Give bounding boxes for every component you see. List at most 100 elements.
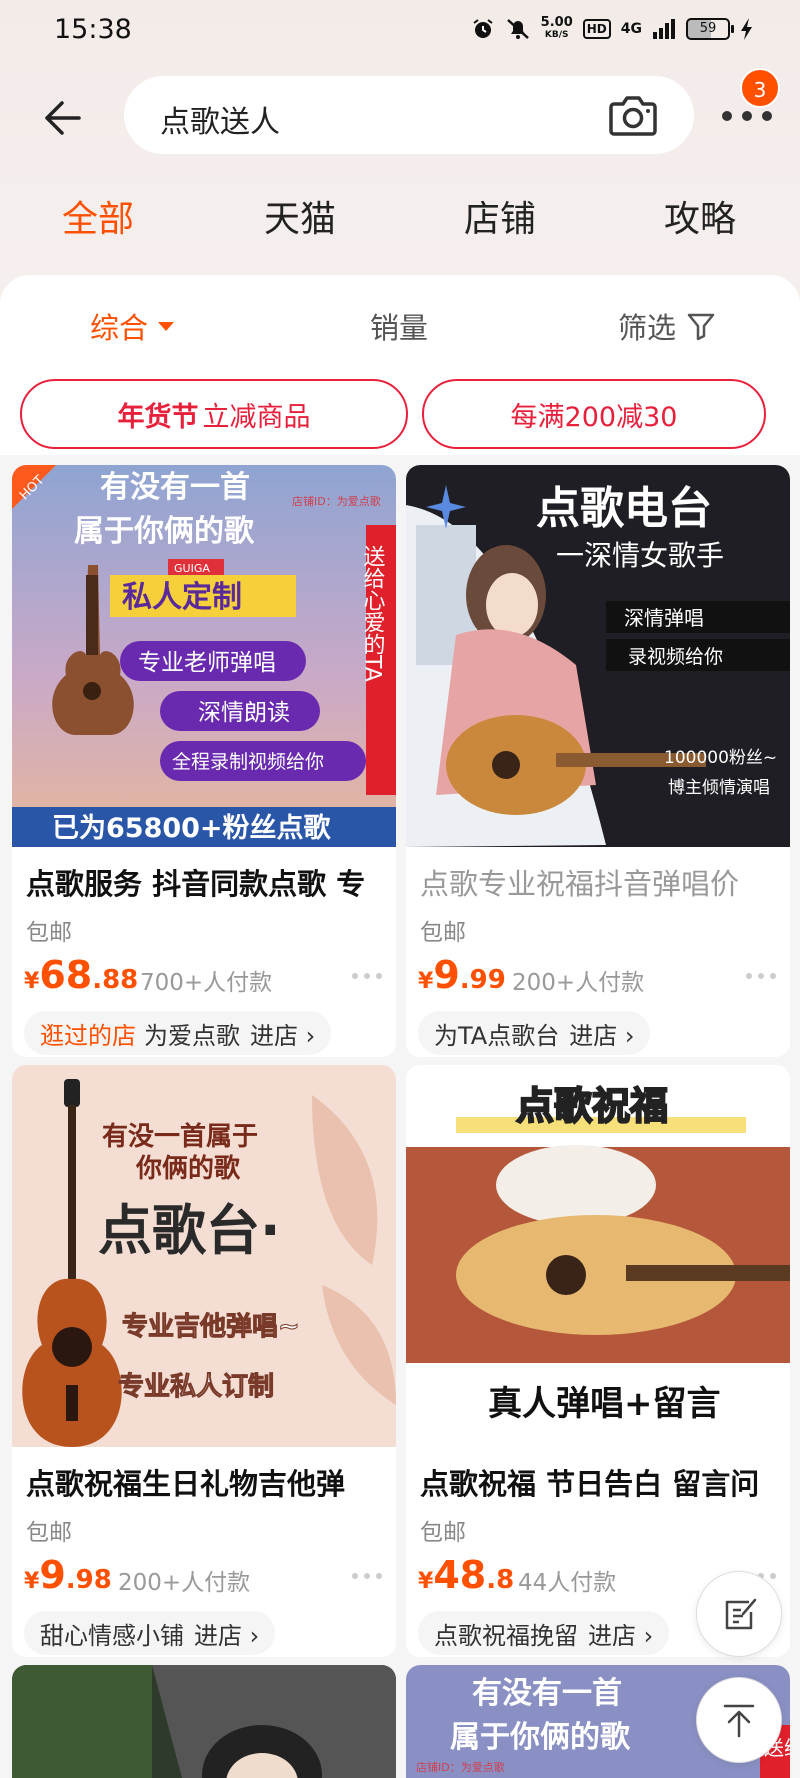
status-bar: 15:38 5.00 KB/S HD 4G 59 — [0, 0, 800, 62]
img-tag1: 专业吉他弹唱~ — [122, 1312, 300, 1342]
product-title[interactable]: 点歌祝福 节日告白 留言问 — [420, 1461, 780, 1503]
enter-shop-label: 进店 › — [194, 1621, 260, 1650]
shipping-label: 包邮 — [420, 920, 466, 946]
sort-sales-label: 销量 — [370, 311, 429, 345]
tab-tmall[interactable]: 天猫 — [264, 190, 336, 242]
shipping-label: 包邮 — [26, 920, 72, 946]
product-title[interactable]: 点歌专业祝福抖音弹唱价 — [420, 861, 780, 903]
feedback-button[interactable] — [696, 1571, 782, 1657]
sales-count: 700+人付款 — [140, 970, 273, 996]
visited-shop-tag: 逛过的店 — [40, 1021, 136, 1050]
tab-guides[interactable]: 攻略 — [664, 190, 736, 242]
shop-link[interactable]: 逛过的店 为爱点歌 进店 › — [24, 1011, 332, 1055]
shop-link[interactable]: 甜心情感小铺 进店 › — [24, 1611, 276, 1655]
price-decimal: .88 — [92, 965, 139, 995]
status-icons: 5.00 KB/S HD 4G 59 — [471, 16, 754, 42]
shop-name: 为TA点歌台 — [434, 1021, 560, 1050]
product-card[interactable] — [12, 1665, 396, 1778]
network-type: 4G — [620, 21, 642, 37]
shop-name: 甜心情感小铺 — [40, 1621, 184, 1650]
product-title[interactable]: 点歌服务 抖音同款点歌 专 — [26, 861, 386, 903]
sales-count: 200+人付款 — [512, 970, 645, 996]
sort-sales[interactable]: 销量 — [370, 305, 428, 347]
img-tag1: 专业老师弹唱 — [138, 650, 276, 676]
price-decimal: .8 — [486, 1565, 515, 1595]
camera-search-button[interactable] — [608, 92, 658, 138]
promo-discount[interactable]: 每满200减30 — [422, 379, 766, 449]
tab-shops[interactable]: 店铺 — [464, 190, 536, 242]
more-options-button[interactable] — [352, 973, 382, 981]
product-image[interactable]: HOT 有没有一首 属于你俩的歌 店铺ID：为爱点歌 GUIGA 私人定制 专业… — [12, 465, 396, 847]
filter-label: 筛选 — [618, 311, 677, 345]
product-title[interactable]: 点歌祝福生日礼物吉他弹 — [26, 1461, 386, 1503]
promo-new-year-strong: 年货节 — [117, 401, 199, 433]
filter-icon — [687, 313, 715, 341]
net-speed: 5.00 KB/S — [540, 15, 573, 41]
search-input[interactable]: 点歌送人 — [124, 76, 694, 154]
shipping-label: 包邮 — [420, 1520, 466, 1546]
filter-button[interactable]: 筛选 — [618, 305, 716, 347]
promo-row: 年货节 立减商品 每满200减30 — [0, 375, 800, 455]
img-line1: 有没有一首 — [472, 1676, 622, 1711]
img-line1: 有没一首属于 — [102, 1121, 258, 1152]
shop-link[interactable]: 点歌祝福挽留 进店 › — [418, 1611, 670, 1655]
product-card[interactable]: 有没一首属于 你俩的歌 点歌台· 专业吉他弹唱~ 专业私人订制 点歌祝福生日礼物… — [12, 1065, 396, 1657]
product-price: ¥ 9 .98 — [24, 1553, 112, 1597]
img-tag2: 深情朗读 — [198, 700, 290, 726]
img-custom: 私人定制 — [122, 580, 242, 615]
product-image[interactable]: 有没一首属于 你俩的歌 点歌台· 专业吉他弹唱~ 专业私人订制 — [12, 1065, 396, 1447]
sort-overall[interactable]: 综合 — [90, 305, 175, 347]
price-currency: ¥ — [24, 969, 40, 994]
tab-all[interactable]: 全部 — [62, 190, 134, 242]
back-button[interactable] — [40, 96, 84, 140]
product-card[interactable]: HOT 有没有一首 属于你俩的歌 店铺ID：为爱点歌 GUIGA 私人定制 专业… — [12, 465, 396, 1057]
net-speed-unit: KB/S — [544, 30, 569, 40]
img-line2: 属于你俩的歌 — [450, 1720, 631, 1755]
shipping-label: 包邮 — [26, 1520, 72, 1546]
net-speed-value: 5.00 — [540, 15, 573, 30]
product-price: ¥ 9 .99 — [418, 953, 506, 997]
product-image[interactable]: 点歌祝福 真人弹唱+留言 — [406, 1065, 790, 1447]
img-title1: 点歌电台 — [536, 483, 712, 534]
product-image[interactable]: 点歌电台 一深情女歌手 深情弹唱 录视频给你 100000粉丝~ 博主倾情演唱 — [406, 465, 790, 847]
price-decimal: .98 — [65, 1565, 112, 1595]
alarm-icon — [471, 16, 495, 42]
img-watermark: 店铺ID：为爱点歌 — [416, 1760, 505, 1774]
product-image[interactable] — [12, 1665, 396, 1778]
product-price: ¥ 68 .88 — [24, 953, 138, 997]
category-tabs: 全部 天猫 店铺 攻略 — [0, 190, 800, 250]
price-integer: 9 — [433, 953, 460, 997]
img-note: 博主倾情演唱 — [668, 778, 770, 798]
signal-icon — [652, 16, 676, 42]
promo-discount-text: 每满200减30 — [510, 401, 678, 433]
img-line1: 有没有一首 — [100, 470, 250, 505]
sales-count: 44人付款 — [518, 1570, 617, 1596]
back-to-top-button[interactable] — [696, 1677, 782, 1763]
more-options-button[interactable] — [352, 1573, 382, 1581]
product-card[interactable]: 点歌祝福 真人弹唱+留言 点歌祝福 节日告白 留言问 包邮 ¥ 48 .8 44… — [406, 1065, 790, 1657]
shop-link[interactable]: 为TA点歌台 进店 › — [418, 1011, 651, 1055]
img-line2: 你俩的歌 — [135, 1153, 241, 1184]
search-query: 点歌送人 — [160, 105, 280, 140]
price-integer: 9 — [39, 1553, 66, 1597]
price-currency: ¥ — [418, 969, 434, 994]
charging-icon — [740, 16, 754, 42]
shop-name: 为爱点歌 — [144, 1021, 240, 1050]
sort-overall-label: 综合 — [90, 311, 149, 345]
img-title: 点歌祝福 — [516, 1084, 668, 1128]
price-integer: 68 — [39, 953, 93, 997]
price-currency: ¥ — [24, 1569, 40, 1594]
enter-shop-label: 进店 › — [250, 1021, 316, 1050]
sales-count: 200+人付款 — [118, 1570, 251, 1596]
promo-new-year[interactable]: 年货节 立减商品 — [20, 379, 408, 449]
more-options-button[interactable] — [746, 973, 776, 981]
price-decimal: .99 — [459, 965, 506, 995]
img-tag2: 录视频给你 — [628, 646, 723, 668]
hd-badge: HD — [582, 19, 611, 39]
arrow-up-icon — [723, 1704, 755, 1738]
message-count-badge: 3 — [740, 68, 780, 108]
status-time: 15:38 — [54, 14, 132, 45]
img-tag2: 专业私人订制 — [118, 1372, 274, 1402]
promo-new-year-text: 立减商品 — [202, 401, 311, 433]
product-card[interactable]: 点歌电台 一深情女歌手 深情弹唱 录视频给你 100000粉丝~ 博主倾情演唱 … — [406, 465, 790, 1057]
